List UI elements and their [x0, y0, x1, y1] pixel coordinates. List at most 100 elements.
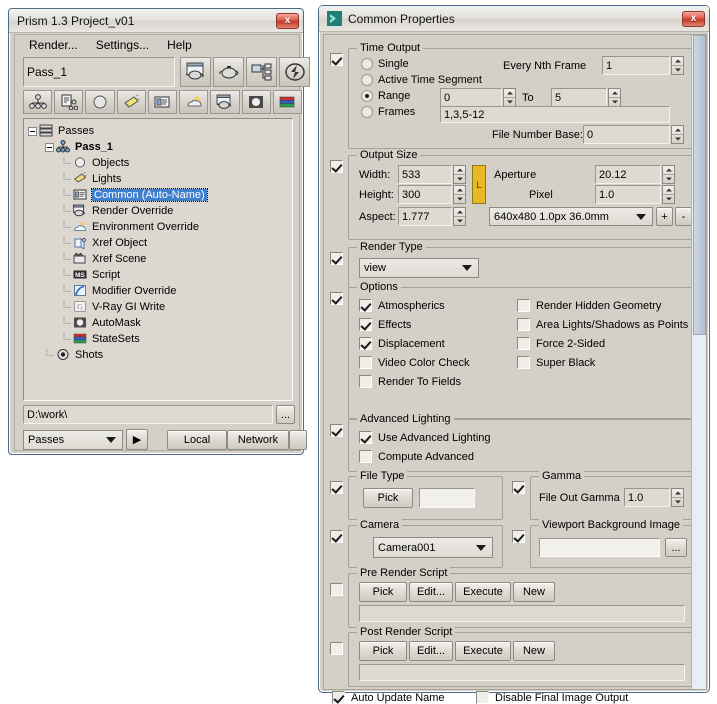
disable-final-image-checkbox[interactable]	[476, 691, 489, 704]
range-to-input[interactable]: 5	[551, 88, 607, 107]
viewport-background-enable-checkbox[interactable]	[512, 530, 525, 543]
tree-item-pass-1[interactable]: Pass_1	[28, 139, 290, 155]
viewport-background-input[interactable]	[539, 538, 660, 557]
render-type-enable-checkbox[interactable]	[330, 252, 343, 265]
options-enable-checkbox[interactable]	[330, 292, 343, 305]
viewport-background-browse-button[interactable]: ...	[665, 538, 687, 557]
aspect-lock-button[interactable]: L	[472, 165, 486, 204]
network-more-button[interactable]	[289, 430, 307, 450]
pixel-aspect-input[interactable]: 1.0	[595, 185, 661, 204]
width-spinner[interactable]	[453, 165, 466, 184]
tree-item-xref-object[interactable]: Xref Object	[28, 235, 290, 251]
camera-combo[interactable]: Camera001	[373, 537, 493, 558]
pre-render-script-edit-button[interactable]: Edit...	[409, 582, 453, 602]
time-output-single-option[interactable]: Single	[361, 58, 409, 70]
pre-render-script-execute-button[interactable]: Execute	[455, 582, 511, 602]
tree-item-objects[interactable]: Objects	[28, 155, 290, 171]
tree-item-shots[interactable]: Shots	[28, 347, 290, 363]
area-lights-shadows-as-points-checkbox[interactable]	[517, 318, 530, 331]
tree-item-modifier-override[interactable]: Modifier Override	[28, 283, 290, 299]
auto-update-name-option[interactable]: Auto Update Name	[332, 691, 445, 704]
menu-settings[interactable]: Settings...	[88, 36, 157, 54]
post-render-script-new-button[interactable]: New	[513, 641, 555, 661]
time-output-active-segment-option[interactable]: Active Time Segment	[361, 74, 482, 86]
time-output-frames-option[interactable]: Frames	[361, 106, 415, 118]
file-type-pick-button[interactable]: Pick	[363, 488, 413, 508]
advanced-lighting-use-advanced-lighting-option[interactable]: Use Advanced Lighting	[359, 428, 491, 447]
toolbar-flash-button[interactable]	[279, 57, 310, 87]
advanced-lighting-enable-checkbox[interactable]	[330, 424, 343, 437]
tree-item-xref-scene[interactable]: Xref Scene	[28, 251, 290, 267]
tree-expander-icon[interactable]	[45, 142, 54, 152]
pass-tree-panel[interactable]: Passes Pass_1 Objects Lights Common (Auto-Na…	[23, 118, 293, 401]
compute-advanced-checkbox[interactable]	[359, 450, 372, 463]
toolbar-hierarchy-button[interactable]	[23, 90, 53, 114]
use-advanced-lighting-checkbox[interactable]	[359, 431, 372, 444]
gamma-enable-checkbox[interactable]	[512, 481, 525, 494]
post-render-script-execute-button[interactable]: Execute	[455, 641, 511, 661]
render-to-fields-checkbox[interactable]	[359, 375, 372, 388]
render-type-combo[interactable]: view	[359, 258, 479, 278]
toolbar-render-override-button[interactable]	[210, 90, 240, 114]
dialog-scrollbar[interactable]	[691, 35, 706, 689]
scope-combo[interactable]: Passes	[23, 430, 123, 450]
option-super-black-option[interactable]: Super Black	[517, 353, 688, 372]
time-output-range-option[interactable]: Range	[361, 90, 410, 102]
range-to-spinner[interactable]	[608, 88, 621, 107]
local-button[interactable]: Local	[167, 430, 227, 450]
pre-render-script-enable-checkbox[interactable]	[330, 583, 343, 596]
toolbar-sphere-button[interactable]	[85, 90, 115, 114]
pixel-aspect-spinner[interactable]	[662, 185, 675, 204]
displacement-checkbox[interactable]	[359, 337, 372, 350]
every-nth-frame-spinner[interactable]	[671, 56, 684, 75]
toolbar-objects-button[interactable]	[54, 90, 84, 114]
frames-radio[interactable]	[361, 106, 373, 118]
tree-item-automask[interactable]: AutoMask	[28, 315, 290, 331]
output-size-enable-checkbox[interactable]	[330, 160, 343, 173]
disable-final-image-option[interactable]: Disable Final Image Output	[476, 691, 628, 704]
atmospherics-checkbox[interactable]	[359, 299, 372, 312]
toolbar-common-properties-button[interactable]	[147, 90, 178, 114]
aspect-input[interactable]: 1.777	[398, 207, 452, 226]
super-black-checkbox[interactable]	[517, 356, 530, 369]
option-area-lights-shadows-as-points-option[interactable]: Area Lights/Shadows as Points	[517, 315, 688, 334]
force-2-sided-checkbox[interactable]	[517, 337, 530, 350]
option-atmospherics-option[interactable]: Atmospherics	[359, 296, 470, 315]
effects-checkbox[interactable]	[359, 318, 372, 331]
tree-item-script[interactable]: MS Script	[28, 267, 290, 283]
height-spinner[interactable]	[453, 185, 466, 204]
dialog-close-button[interactable]: x	[682, 10, 705, 27]
option-render-hidden-geometry-option[interactable]: Render Hidden Geometry	[517, 296, 688, 315]
render-hidden-geometry-checkbox[interactable]	[517, 299, 530, 312]
post-render-script-enable-checkbox[interactable]	[330, 642, 343, 655]
file-out-gamma-spinner[interactable]	[671, 488, 684, 507]
auto-update-name-checkbox[interactable]	[332, 691, 345, 704]
frames-input[interactable]: 1,3,5-12	[440, 106, 670, 123]
tree-item-environment-override[interactable]: Environment Override	[28, 219, 290, 235]
pass-name-input[interactable]: Pass_1	[23, 57, 175, 87]
camera-enable-checkbox[interactable]	[330, 530, 343, 543]
advanced-lighting-compute-advanced-option[interactable]: Compute Advanced	[359, 447, 491, 466]
option-displacement-option[interactable]: Displacement	[359, 334, 470, 353]
file-out-gamma-input[interactable]: 1.0	[624, 488, 670, 507]
range-from-input[interactable]: 0	[440, 88, 502, 107]
prism-close-button[interactable]: x	[276, 12, 299, 29]
single-radio[interactable]	[361, 58, 373, 70]
file-type-enable-checkbox[interactable]	[330, 481, 343, 494]
tree-expander-icon[interactable]	[28, 126, 37, 136]
menu-render[interactable]: Render...	[21, 36, 86, 54]
width-input[interactable]: 533	[398, 165, 452, 184]
active-time-segment-radio[interactable]	[361, 74, 373, 86]
option-effects-option[interactable]: Effects	[359, 315, 470, 334]
tree-item-v-ray-gi-write[interactable]: G V-Ray GI Write	[28, 299, 290, 315]
toolbar-automask-button[interactable]	[241, 90, 271, 114]
play-button[interactable]: ▶	[126, 429, 148, 450]
range-from-spinner[interactable]	[503, 88, 516, 107]
pre-render-script-pick-button[interactable]: Pick	[359, 582, 407, 602]
option-force-2-sided-option[interactable]: Force 2-Sided	[517, 334, 688, 353]
every-nth-frame-input[interactable]: 1	[602, 56, 670, 75]
aperture-input[interactable]: 20.12	[595, 165, 661, 184]
file-number-base-input[interactable]: 0	[583, 125, 670, 144]
toolbar-environment-button[interactable]	[179, 90, 209, 114]
tree-item-passes[interactable]: Passes	[28, 123, 290, 139]
